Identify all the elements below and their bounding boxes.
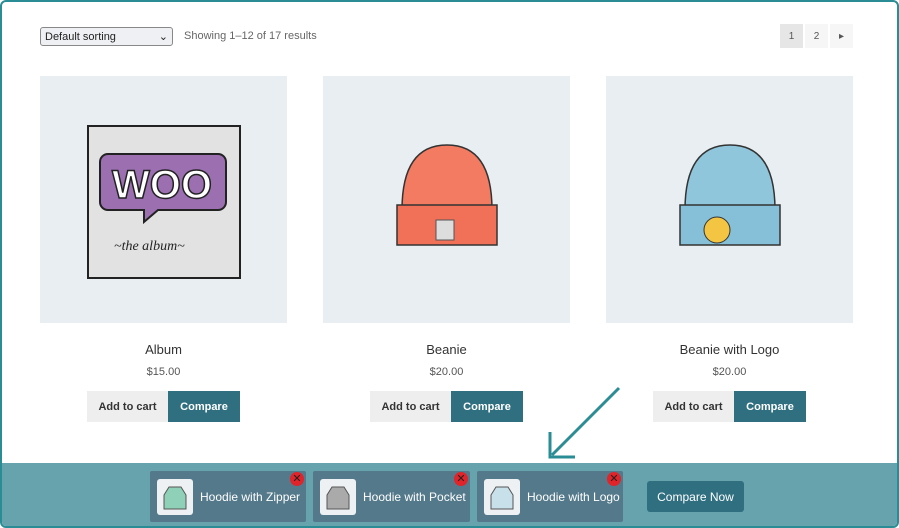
remove-icon[interactable]: ✕ — [290, 472, 304, 486]
compare-now-button[interactable]: Compare Now — [647, 481, 744, 512]
compare-button[interactable]: Compare — [168, 391, 240, 422]
svg-text:WOO: WOO — [112, 163, 212, 207]
page-1[interactable]: 1 — [780, 24, 803, 48]
product-card: WOO ~the album~ Album $15.00 Add to cart C… — [40, 76, 287, 422]
album-image: WOO ~the album~ — [86, 124, 241, 279]
remove-icon[interactable]: ✕ — [607, 472, 621, 486]
compare-item-name: Hoodie with Pocket — [363, 489, 466, 504]
compare-item: Hoodie with Logo ✕ — [477, 471, 623, 522]
remove-icon[interactable]: ✕ — [454, 472, 468, 486]
add-to-cart-button[interactable]: Add to cart — [87, 391, 168, 422]
product-image-beanie[interactable] — [323, 76, 570, 323]
next-page-icon[interactable]: ▸ — [830, 24, 853, 48]
hoodie-zipper-thumbnail — [157, 478, 193, 515]
shop-page: Default sorting ⌄ Showing 1–12 of 17 resu… — [0, 0, 899, 528]
product-price: $20.00 — [712, 366, 747, 378]
chevron-down-icon: ⌄ — [158, 31, 168, 43]
add-to-cart-button[interactable]: Add to cart — [653, 391, 734, 422]
compare-bar: Hoodie with Zipper ✕ Hoodie with Pocket … — [2, 463, 897, 526]
hoodie-pocket-thumbnail — [320, 478, 356, 515]
page-2[interactable]: 2 — [805, 24, 828, 48]
beanie-image — [395, 143, 498, 246]
compare-button[interactable]: Compare — [734, 391, 806, 422]
product-title[interactable]: Album — [40, 342, 287, 357]
sort-select[interactable]: Default sorting ⌄ — [40, 27, 173, 46]
compare-item-name: Hoodie with Zipper — [200, 489, 301, 504]
compare-item-name: Hoodie with Logo — [527, 489, 620, 504]
product-image-album[interactable]: WOO ~the album~ — [40, 76, 287, 323]
product-image-beanie-with-logo[interactable] — [606, 76, 853, 323]
product-card: Beanie with Logo $20.00 Add to cart Compa… — [606, 76, 853, 422]
pagination: 1 2 ▸ — [780, 24, 853, 48]
product-price: $20.00 — [429, 366, 464, 378]
product-title[interactable]: Beanie — [323, 342, 570, 357]
add-to-cart-button[interactable]: Add to cart — [370, 391, 451, 422]
compare-item: Hoodie with Zipper ✕ — [150, 471, 306, 522]
svg-text:~the album~: ~the album~ — [114, 239, 185, 254]
compare-item: Hoodie with Pocket ✕ — [313, 471, 470, 522]
hoodie-logo-thumbnail — [484, 478, 520, 515]
arrow-annotation-icon — [548, 386, 621, 459]
product-title[interactable]: Beanie with Logo — [606, 342, 853, 357]
beanie-logo-image — [678, 143, 781, 246]
sort-label: Default sorting — [45, 30, 116, 43]
compare-button[interactable]: Compare — [451, 391, 523, 422]
product-price: $15.00 — [146, 366, 181, 378]
product-card: Beanie $20.00 Add to cart Compare — [323, 76, 570, 422]
result-count: Showing 1–12 of 17 results — [184, 30, 317, 42]
